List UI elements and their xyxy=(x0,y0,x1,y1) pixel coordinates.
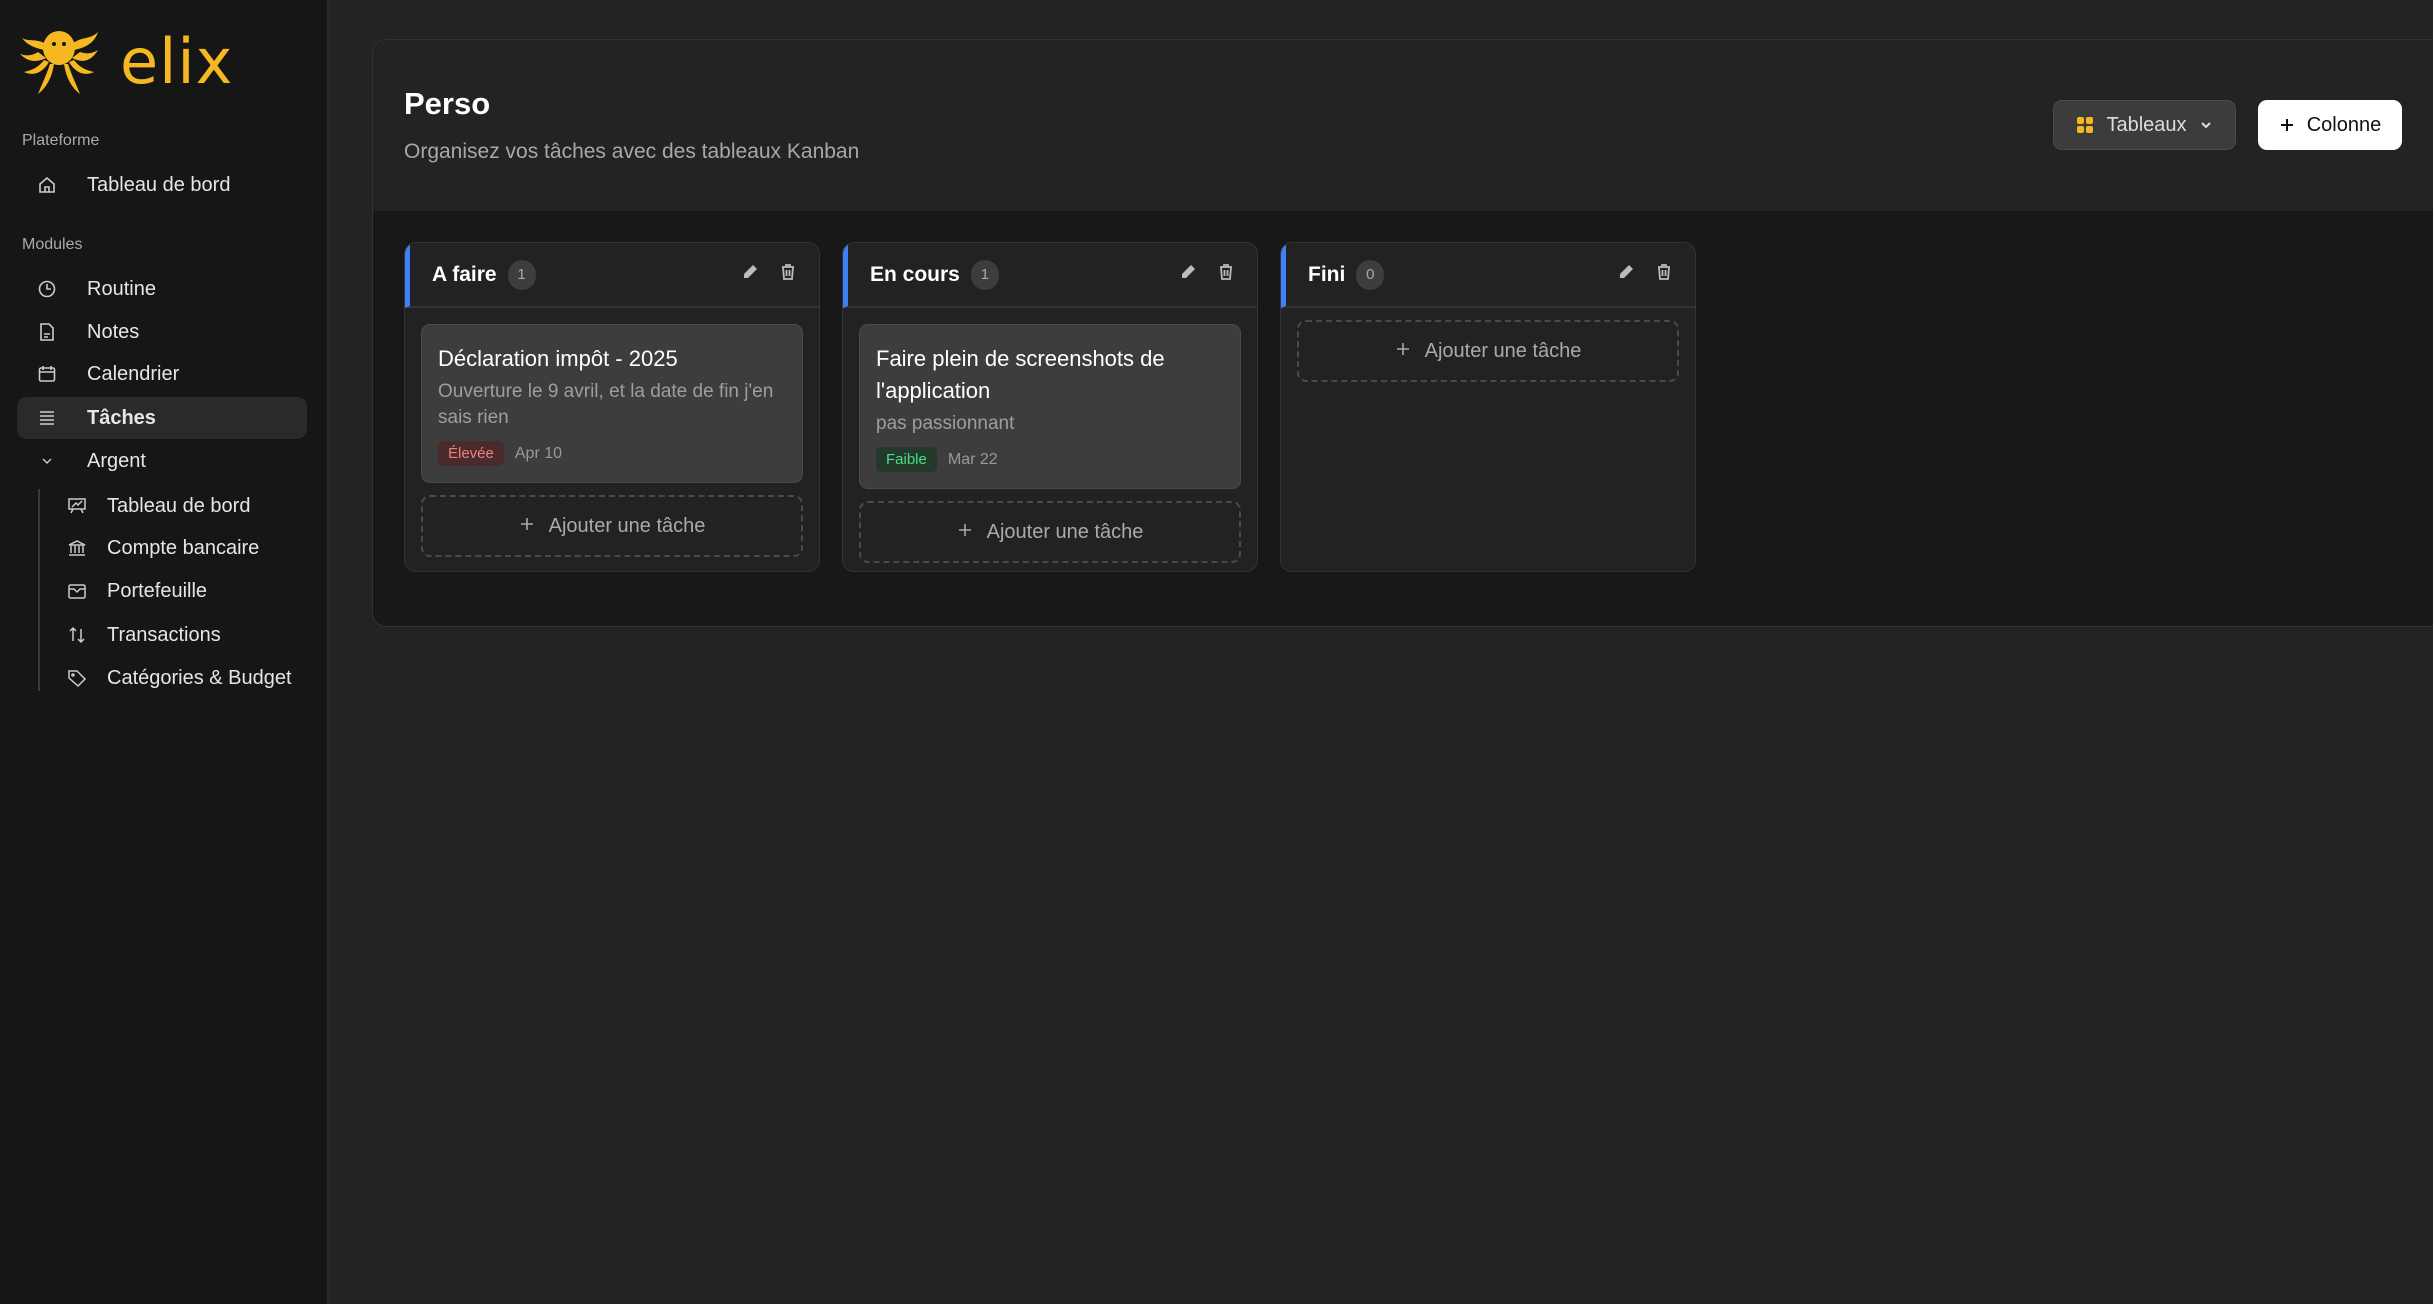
delete-column-trash-icon[interactable] xyxy=(1655,263,1673,286)
sidebar-item-taches[interactable]: Tâches xyxy=(17,397,307,439)
add-task-button[interactable]: Ajouter une tâche xyxy=(859,501,1241,563)
delete-column-trash-icon[interactable] xyxy=(779,263,797,286)
arrows-up-down-icon xyxy=(64,625,90,645)
sidebar-item-label: Portefeuille xyxy=(107,580,207,603)
octopus-logo-icon xyxy=(16,24,102,98)
page-title: Perso xyxy=(404,86,490,122)
section-label-modules: Modules xyxy=(22,236,82,254)
sidebar-item-label: Calendrier xyxy=(87,363,179,386)
sidebar-subitem-compte-bancaire[interactable]: Compte bancaire xyxy=(64,528,259,568)
sidebar-item-label: Tâches xyxy=(87,407,156,430)
sidebar-item-label: Argent xyxy=(87,450,146,473)
calendar-icon xyxy=(34,364,60,384)
plus-icon xyxy=(2279,117,2295,133)
sidebar-item-label: Routine xyxy=(87,278,156,301)
chevron-down-icon xyxy=(2199,118,2213,132)
add-column-button[interactable]: Colonne xyxy=(2258,100,2402,150)
sidebar-subitem-categories-budget[interactable]: Catégories & Budget xyxy=(64,658,292,698)
logo-text: elix xyxy=(120,25,233,98)
plus-icon xyxy=(519,515,535,538)
task-description: pas passionnant xyxy=(876,411,1224,437)
task-title: Faire plein de screenshots de l'applicat… xyxy=(876,343,1224,407)
page-header: Perso Organisez vos tâches avec des tabl… xyxy=(373,40,2433,211)
file-text-icon xyxy=(34,322,60,342)
task-date: Apr 10 xyxy=(515,445,562,463)
home-icon xyxy=(34,175,60,195)
add-task-button[interactable]: Ajouter une tâche xyxy=(421,495,803,557)
column-header: En cours 1 xyxy=(843,243,1257,308)
sidebar-item-label: Notes xyxy=(87,321,139,344)
submenu-guide-line xyxy=(38,489,40,691)
column-header: Fini 0 xyxy=(1281,243,1695,308)
column-header: A faire 1 xyxy=(405,243,819,308)
list-icon xyxy=(34,408,60,428)
edit-column-pencil-icon[interactable] xyxy=(741,263,759,286)
task-title: Déclaration impôt - 2025 xyxy=(438,343,786,375)
grid-icon xyxy=(2076,116,2094,134)
task-count-badge: 0 xyxy=(1356,260,1384,290)
boards-dropdown-button[interactable]: Tableaux xyxy=(2053,100,2236,150)
add-task-label: Ajouter une tâche xyxy=(987,521,1144,544)
sidebar-item-argent[interactable]: Argent xyxy=(17,440,307,482)
tag-icon xyxy=(64,668,90,688)
kanban-column: Fini 0 Ajouter une tâche xyxy=(1280,242,1696,572)
presentation-chart-icon xyxy=(64,496,90,516)
kanban-column: En cours 1 Faire plein de screenshots de… xyxy=(842,242,1258,572)
boards-button-label: Tableaux xyxy=(2106,114,2186,137)
add-task-label: Ajouter une tâche xyxy=(549,515,706,538)
delete-column-trash-icon[interactable] xyxy=(1217,263,1235,286)
column-title: A faire xyxy=(432,263,497,287)
page-subtitle: Organisez vos tâches avec des tableaux K… xyxy=(404,140,859,164)
wallet-icon xyxy=(64,581,90,601)
sidebar-item-tableau-de-bord[interactable]: Tableau de bord xyxy=(17,164,307,206)
sidebar-item-label: Compte bancaire xyxy=(107,537,259,560)
column-title: En cours xyxy=(870,263,960,287)
task-card[interactable]: Faire plein de screenshots de l'applicat… xyxy=(859,324,1241,489)
column-title: Fini xyxy=(1308,263,1345,287)
priority-badge: Élevée xyxy=(438,441,504,466)
sidebar-item-label: Transactions xyxy=(107,624,221,647)
sidebar-item-label: Tableau de bord xyxy=(107,495,250,518)
sidebar-item-calendrier[interactable]: Calendrier xyxy=(17,353,307,395)
sidebar-subitem-portefeuille[interactable]: Portefeuille xyxy=(64,571,207,611)
task-count-badge: 1 xyxy=(971,260,999,290)
kanban-column: A faire 1 Déclaration impôt - 2025 Ouver… xyxy=(404,242,820,572)
section-label-plateforme: Plateforme xyxy=(22,132,99,150)
add-task-label: Ajouter une tâche xyxy=(1425,340,1582,363)
sidebar-subitem-tableau-de-bord[interactable]: Tableau de bord xyxy=(64,486,250,526)
bank-icon xyxy=(64,538,90,558)
sidebar-item-routine[interactable]: Routine xyxy=(17,268,307,310)
edit-column-pencil-icon[interactable] xyxy=(1179,263,1197,286)
task-description: Ouverture le 9 avril, et la date de fin … xyxy=(438,379,786,431)
sidebar-subitem-transactions[interactable]: Transactions xyxy=(64,615,221,655)
add-column-label: Colonne xyxy=(2307,114,2382,137)
sidebar-item-notes[interactable]: Notes xyxy=(17,311,307,353)
clock-icon xyxy=(34,279,60,299)
priority-badge: Faible xyxy=(876,447,937,472)
logo[interactable]: elix xyxy=(16,24,233,98)
sidebar-item-label: Tableau de bord xyxy=(87,174,230,197)
plus-icon xyxy=(1395,340,1411,363)
edit-column-pencil-icon[interactable] xyxy=(1617,263,1635,286)
add-task-button[interactable]: Ajouter une tâche xyxy=(1297,320,1679,382)
chevron-down-icon xyxy=(34,454,60,468)
task-count-badge: 1 xyxy=(508,260,536,290)
sidebar: elix Plateforme Tableau de bord Modules … xyxy=(0,0,329,1304)
plus-icon xyxy=(957,521,973,544)
kanban-panel: Perso Organisez vos tâches avec des tabl… xyxy=(372,39,2433,627)
sidebar-item-label: Catégories & Budget xyxy=(107,667,292,690)
task-card[interactable]: Déclaration impôt - 2025 Ouverture le 9 … xyxy=(421,324,803,483)
task-date: Mar 22 xyxy=(948,451,998,469)
